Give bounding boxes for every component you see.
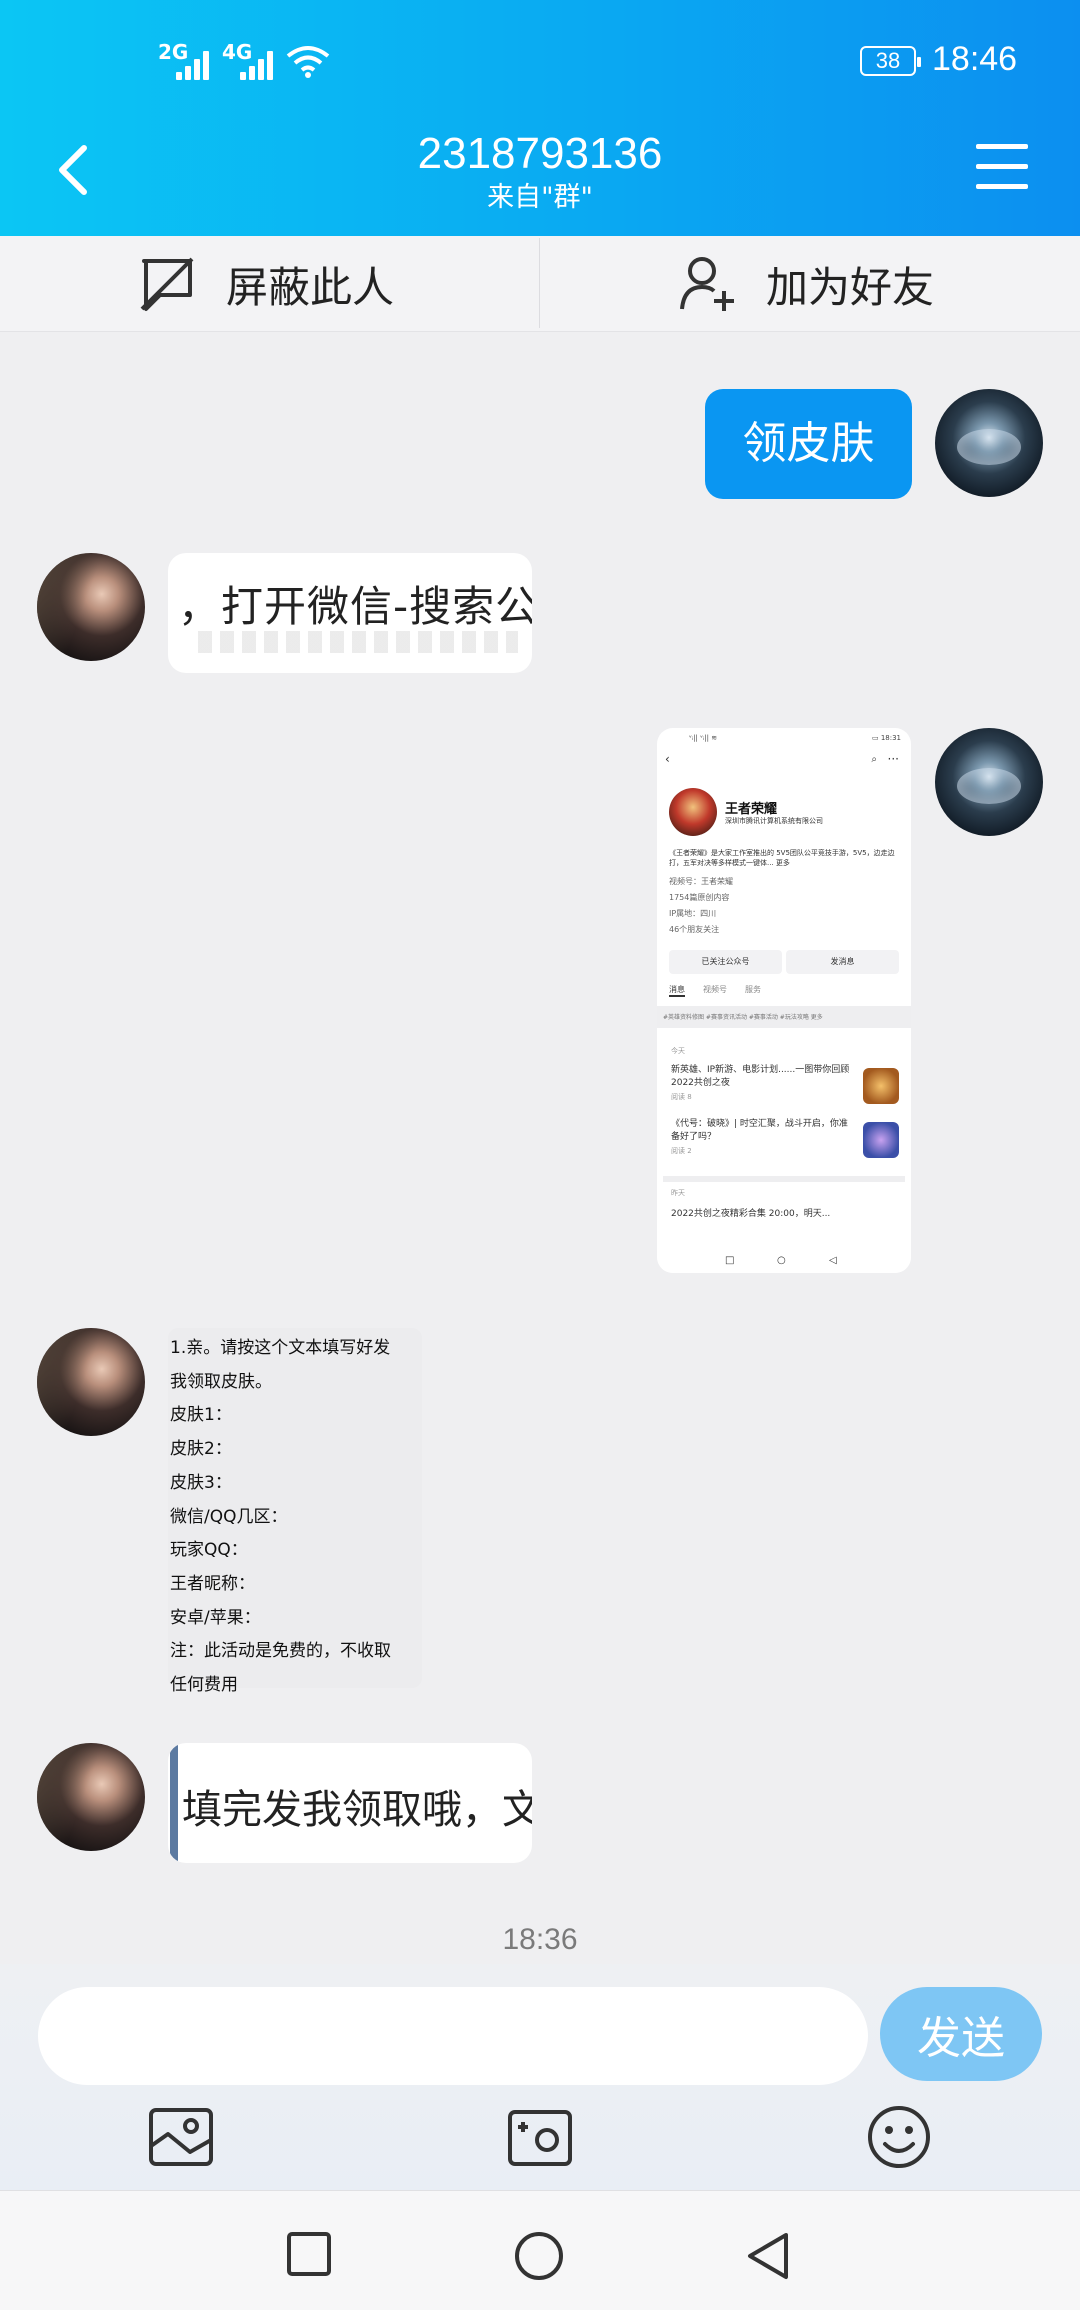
screenshot-tab: 视频号 <box>703 985 727 994</box>
my-avatar[interactable] <box>935 389 1043 497</box>
image-blur-area <box>198 631 518 653</box>
screenshot-article-title: 新英雄、IP新游、电影计划......一图带你回顾2022共创之夜 <box>671 1065 850 1088</box>
screenshot-account-avatar <box>669 788 717 836</box>
message-bubble-sent[interactable]: 领皮肤 <box>705 389 912 499</box>
message-line: 玩家QQ： <box>170 1540 248 1561</box>
chat-header: 2G 4G 38 18:46 2318793136 来自"群" <box>0 0 1080 236</box>
screenshot-article-card: 今天 新英雄、IP新游、电影计划......一图带你回顾2022共创之夜 阅读 … <box>663 1040 905 1168</box>
image-message[interactable]: 1.亲。请按这个文本填写好发 我领取皮肤。 皮肤1： 皮肤2： 皮肤3： 微信/… <box>168 1328 422 1695</box>
screenshot-article-meta: 阅读 2 <box>671 1147 692 1155</box>
screenshot-tags: #英雄资料修图 #赛事资讯活动 #赛事活动 #玩法攻略 更多 <box>663 1014 823 1021</box>
screenshot-friends: 46个朋友关注 <box>669 925 720 934</box>
screenshot-send-button: 发消息 <box>786 950 899 974</box>
send-button[interactable]: 发送 <box>880 1987 1042 2081</box>
chat-title: 2318793136 <box>417 129 663 178</box>
status-bar: 2G 4G 38 18:46 <box>0 0 1080 120</box>
screenshot-account-name: 王者荣耀 <box>725 802 778 817</box>
image-message[interactable]: 填完发我领取哦，文字 <box>168 1743 532 1863</box>
screenshot-tab: 消息 <box>669 984 685 997</box>
screenshot-article-thumb <box>863 1068 899 1104</box>
message-line: 王者昵称： <box>170 1573 255 1594</box>
screenshot-image-message[interactable]: ᵛᵢ|| ᵛᵢ|| ≋ ▭ 18:31 ‹ ⌕ ··· 王者荣耀 深圳市腾讯计算… <box>657 728 911 1273</box>
recent-apps-icon[interactable] <box>286 2231 332 2277</box>
screenshot-nav-bar: □ ○ ◁ <box>657 1251 911 1273</box>
chat-subtitle: 来自"群" <box>487 182 593 213</box>
image-message-text: ，打开微信-搜索公众 <box>178 582 532 631</box>
battery-icon: 38 <box>860 46 921 76</box>
screenshot-description: 《王者荣耀》是大家工作室推出的 5V5团队公平竞技手游，5V5，边走边打，五军对… <box>669 849 895 867</box>
image-edge-bar <box>170 1743 178 1863</box>
my-avatar[interactable] <box>935 728 1043 836</box>
screenshot-tabs: 消息 视频号 服务 <box>669 984 761 997</box>
screenshot-search-icon: ⌕ <box>871 754 877 765</box>
screenshot-tab: 服务 <box>745 985 761 994</box>
sender-avatar[interactable] <box>37 1328 145 1436</box>
camera-icon[interactable] <box>505 2102 575 2172</box>
block-icon <box>140 257 194 311</box>
screenshot-video-id: 视频号：王者荣耀 <box>669 877 733 886</box>
menu-icon[interactable] <box>976 144 1028 190</box>
image-message[interactable]: ，打开微信-搜索公众 <box>168 553 532 673</box>
sender-avatar[interactable] <box>37 553 145 661</box>
add-friend-button[interactable]: 加为好友 <box>680 236 934 332</box>
battery-level: 38 <box>875 48 901 73</box>
screenshot-article-title: 《代号：破晓》| 时空汇聚，战斗开启，你准备好了吗？ <box>671 1119 848 1142</box>
sender-avatar[interactable] <box>37 1743 145 1851</box>
action-divider <box>539 238 540 328</box>
home-icon[interactable] <box>514 2231 564 2281</box>
message-line: 1.亲。请按这个文本填写好发 <box>170 1338 391 1358</box>
message-line: 微信/QQ几区： <box>170 1506 288 1527</box>
screenshot-tag-row: #英雄资料修图 #赛事资讯活动 #赛事活动 #玩法攻略 更多 <box>657 1006 911 1028</box>
screenshot-card-date: 昨天 <box>671 1189 685 1197</box>
screenshot-article-title: 2022共创之夜精彩合集 20:00，明天... <box>671 1209 831 1219</box>
message-input[interactable] <box>38 1987 868 2085</box>
emoji-icon[interactable] <box>864 2102 934 2172</box>
message-line: 注：此活动是免费的，不收取 <box>170 1641 391 1662</box>
message-line: 任何费用 <box>170 1675 238 1696</box>
message-line: 皮肤3： <box>170 1472 232 1493</box>
network-type-label: 2G <box>158 40 189 64</box>
screenshot-card-date: 今天 <box>671 1047 685 1055</box>
message-line: 我领取皮肤。 <box>170 1371 272 1392</box>
wifi-icon <box>286 46 330 78</box>
block-user-button[interactable]: 屏蔽此人 <box>138 236 394 332</box>
stranger-action-bar: 屏蔽此人 加为好友 <box>0 236 1080 332</box>
screenshot-company: 深圳市腾讯计算机系统有限公司 <box>725 817 823 825</box>
screenshot-article-meta: 阅读 8 <box>671 1093 692 1101</box>
screenshot-back-icon: ‹ <box>665 752 670 766</box>
status-clock: 18:46 <box>932 40 1018 78</box>
screenshot-more-icon: ··· <box>887 752 899 766</box>
gallery-icon[interactable] <box>146 2102 216 2172</box>
message-line: 安卓/苹果： <box>170 1607 261 1628</box>
back-arrow-icon[interactable] <box>48 140 98 200</box>
screenshot-followed-button: 已关注公众号 <box>669 950 782 974</box>
message-line: 皮肤1： <box>170 1405 232 1426</box>
message-line: 皮肤2： <box>170 1439 232 1460</box>
screenshot-status-bar: ᵛᵢ|| ᵛᵢ|| ≋ ▭ 18:31 <box>689 734 901 742</box>
add-friend-icon <box>680 257 734 311</box>
back-nav-icon[interactable] <box>744 2231 790 2281</box>
message-timestamp: 18:36 <box>502 1923 578 1956</box>
image-message-text: 填完发我领取哦，文字 <box>182 1787 532 1833</box>
add-friend-label: 加为好友 <box>766 262 935 312</box>
screenshot-article-card: 昨天 2022共创之夜精彩合集 20:00，明天... <box>663 1176 905 1256</box>
screenshot-article-thumb <box>863 1122 899 1158</box>
system-nav-bar <box>0 2190 1080 2310</box>
block-user-label: 屏蔽此人 <box>226 262 395 312</box>
screenshot-ip: IP属地：四川 <box>669 909 717 918</box>
screenshot-original-count: 1754篇原创内容 <box>669 893 730 902</box>
network-type-label: 4G <box>222 40 253 64</box>
